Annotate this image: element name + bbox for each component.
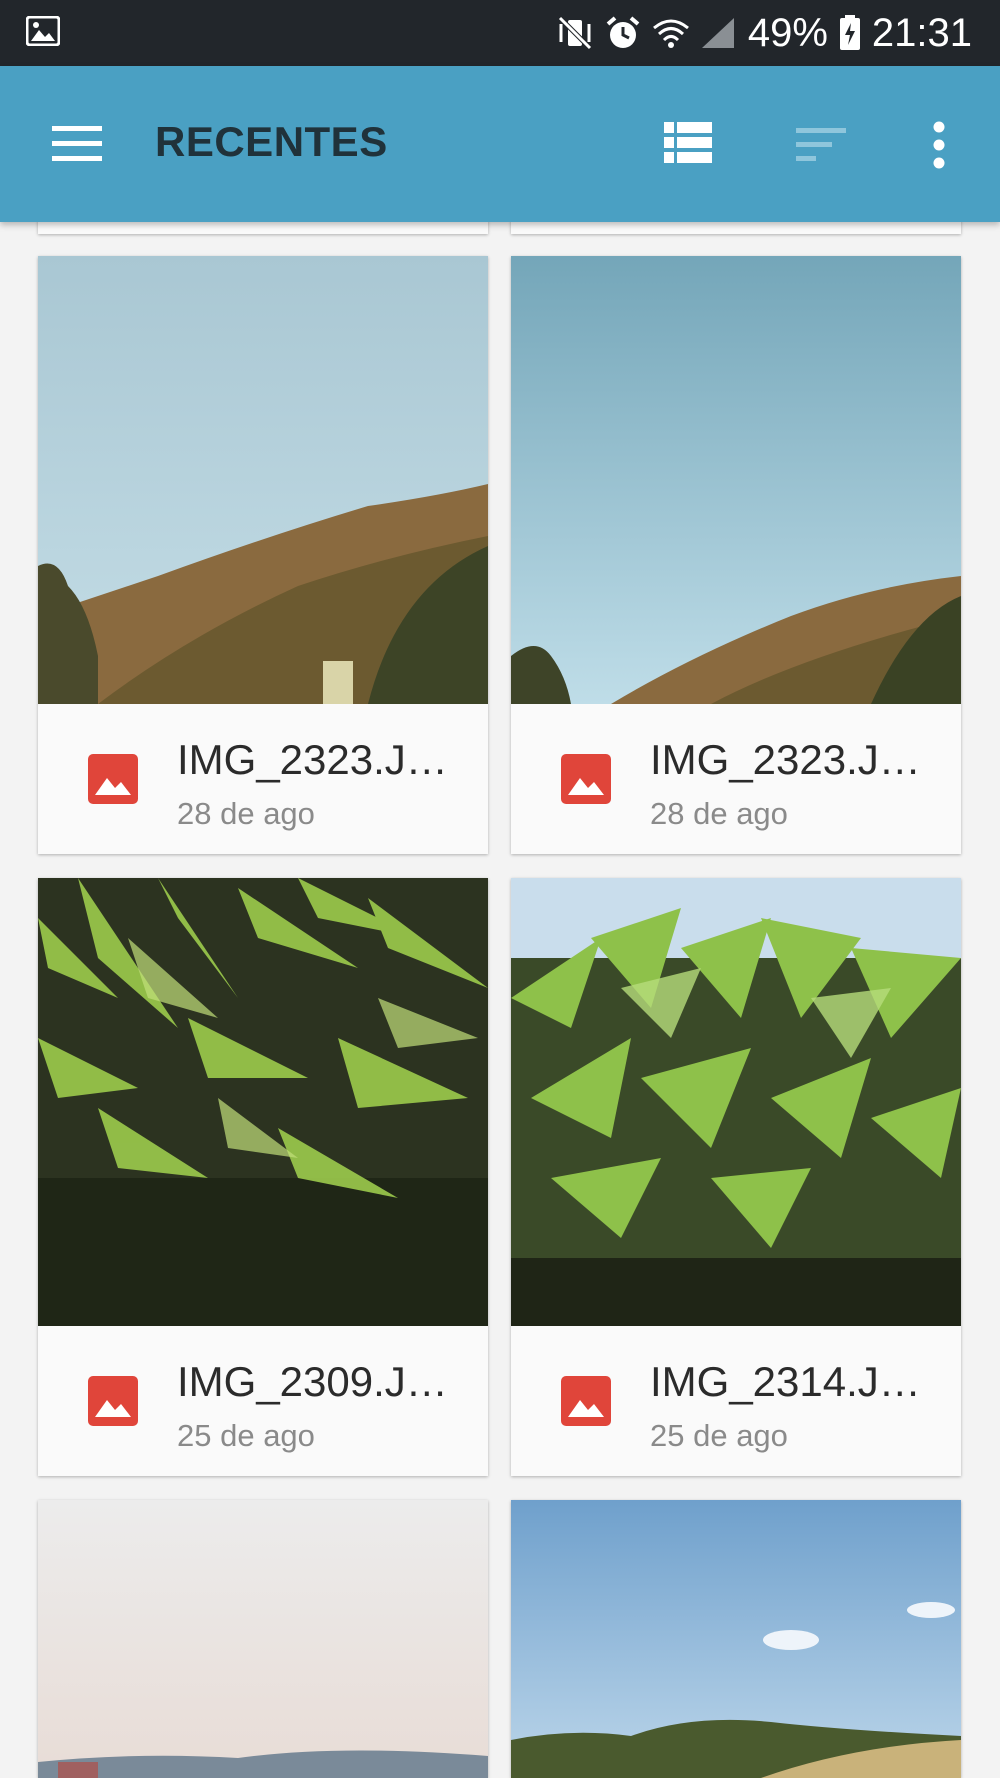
file-name: IMG_2309.J… <box>177 1358 448 1405</box>
image-thumbnail <box>38 1500 488 1778</box>
menu-icon[interactable] <box>50 124 104 164</box>
file-date: 28 de ago <box>650 796 788 831</box>
status-bar: 49% 21:31 <box>0 0 1000 66</box>
file-card[interactable] <box>511 1500 961 1778</box>
image-file-icon <box>561 1376 611 1426</box>
file-date: 28 de ago <box>177 796 315 831</box>
alarm-icon <box>606 16 640 48</box>
file-name: IMG_2323.J… <box>650 736 921 783</box>
image-file-icon <box>88 754 138 804</box>
list-view-icon[interactable] <box>662 120 714 166</box>
signal-icon <box>701 18 734 48</box>
image-thumbnail <box>511 1500 961 1778</box>
more-vert-icon[interactable] <box>924 120 954 170</box>
file-date: 25 de ago <box>177 1418 315 1453</box>
file-card[interactable]: IMG_2323.J… 28 de ago <box>511 256 961 854</box>
image-file-icon <box>88 1376 138 1426</box>
wifi-icon <box>652 19 689 48</box>
sort-icon[interactable] <box>794 126 848 164</box>
file-card[interactable]: IMG_2314.J… 25 de ago <box>511 878 961 1476</box>
image-file-icon <box>561 754 611 804</box>
image-thumbnail <box>511 256 961 704</box>
image-thumbnail <box>38 878 488 1326</box>
clock: 21:31 <box>871 10 972 55</box>
file-card[interactable] <box>38 1500 488 1778</box>
file-card[interactable]: IMG_2323.J… 28 de ago <box>38 256 488 854</box>
vibrate-mute-icon <box>558 16 592 50</box>
app-bar: RECENTES <box>0 66 1000 222</box>
file-name: IMG_2323.J… <box>177 736 448 783</box>
file-date: 25 de ago <box>650 1418 788 1453</box>
battery-percentage: 49% <box>747 10 828 55</box>
file-name: IMG_2314.J… <box>650 1358 921 1405</box>
file-card[interactable]: IMG_2309.J… 25 de ago <box>38 878 488 1476</box>
page-title: RECENTES <box>155 118 388 165</box>
image-thumbnail <box>38 256 488 704</box>
gallery-notification-icon <box>26 16 60 46</box>
battery-icon <box>839 15 860 50</box>
image-thumbnail <box>511 878 961 1326</box>
